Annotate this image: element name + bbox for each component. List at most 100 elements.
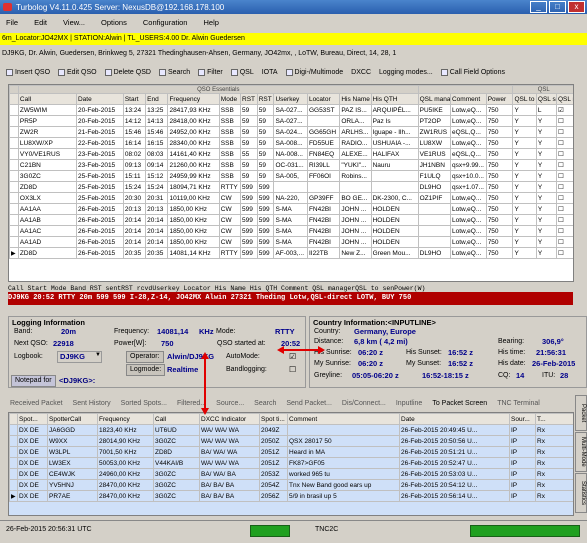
qso-col-header[interactable]: Comment	[449, 93, 487, 105]
entry-line-values[interactable]: DJ9KG 20:52 RTTY 20m 599 599 I-28,Z-14, …	[8, 292, 573, 305]
sent-history-tab[interactable]: Sent History	[73, 400, 111, 407]
menu-file[interactable]: File	[6, 18, 18, 27]
row-indicator	[9, 148, 19, 160]
side-tab-multimode[interactable]: Multi-Mode	[575, 432, 587, 472]
insert-qso-button[interactable]: Insert QSO	[3, 68, 53, 76]
qso-cell: FN84EQ	[306, 148, 341, 160]
edit-qso-button[interactable]: Edit QSO	[55, 68, 100, 76]
qso-row[interactable]: ZW2R 21-Feb-2015 15:46 15:46 24952,00 KHz SSB…	[9, 126, 573, 138]
dxcc-button[interactable]: DXCC	[348, 69, 374, 76]
automode-checkbox[interactable]: ☑	[289, 352, 296, 361]
spot-col-header[interactable]: Spot ti...	[259, 413, 288, 425]
qso-row[interactable]: ZD8D 25-Feb-2015 15:24 15:24 18094,71 KHz RTT…	[9, 181, 573, 193]
qso-col-header[interactable]: RST rcvd	[256, 93, 275, 105]
dx-spot-grid[interactable]: Spot... SpotterCall Frequency Call DXCC Indi…	[8, 412, 574, 516]
spot-row[interactable]: DX DE W9XX 28014,90 KHz 3G0ZC WA/ WA/ WA 2050…	[9, 435, 573, 447]
menu-configuration[interactable]: Configuration	[143, 18, 188, 27]
qso-row[interactable]: 3G0ZC 25-Feb-2015 15:11 15:12 24959,99 KHz SS…	[9, 170, 573, 182]
spot-row[interactable]: DX DE CE4WJK 24960,00 KHz 3G0ZC BA/ WA/ BA 20…	[9, 468, 573, 480]
qso-col-header[interactable]: His Name	[339, 93, 372, 105]
qso-col-header[interactable]: His QTH	[370, 93, 419, 105]
notepad-button[interactable]: Notepad for	[11, 375, 56, 387]
qso-col-header[interactable]: Power	[485, 93, 514, 105]
spot-col-header[interactable]: T...	[535, 413, 573, 425]
filtered-tab[interactable]: Filtered...	[177, 400, 206, 407]
qso-row[interactable]: ZW5WIM 20-Feb-2015 13:24 13:25 28417,93 KHz S…	[9, 104, 573, 116]
qso-log-grid[interactable]: QSO Essentials QSL Call Date Start End Frequ…	[8, 84, 574, 282]
dis-connect-button[interactable]: Dis/Connect...	[342, 400, 386, 407]
qso-row[interactable]: PR5P 20-Feb-2015 14:12 14:13 28418,00 KHz SSB…	[9, 115, 573, 127]
qso-col-header[interactable]: QSL rcvd	[555, 93, 573, 105]
spot-col-header[interactable]: Comment	[287, 413, 400, 425]
search-button[interactable]: Search	[156, 68, 193, 76]
search-spots-button[interactable]: Search	[254, 400, 276, 407]
qso-col-header[interactable]: Start	[122, 93, 147, 105]
qso-col-header[interactable]: QSL sent	[535, 93, 557, 105]
menu-options[interactable]: Options	[101, 18, 127, 27]
country-label: Country:	[314, 328, 341, 335]
qso-row[interactable]: AA1AD 26-Feb-2015 20:14 20:14 1850,00 KHz CW 5…	[9, 236, 573, 248]
to-packet-screen-button[interactable]: To Packet Screen	[432, 400, 487, 407]
qso-cell: 599	[256, 181, 275, 193]
delete-qso-button[interactable]: Delete QSD	[102, 68, 154, 76]
dropdown-icon[interactable]: ▼	[95, 352, 101, 358]
qso-col-header[interactable]: Mode	[218, 93, 242, 105]
source-tab[interactable]: Source...	[216, 400, 244, 407]
menu-help[interactable]: Help	[203, 18, 218, 27]
menu-view[interactable]: View...	[63, 18, 85, 27]
maximize-button[interactable]: □	[549, 1, 566, 13]
side-tab-packet[interactable]: Packet	[575, 395, 587, 431]
qso-col-header[interactable]: Frequency	[167, 93, 220, 105]
logmode-button[interactable]: Logmode:	[126, 364, 166, 376]
close-button[interactable]: x	[568, 1, 585, 13]
qso-col-header[interactable]: Date	[75, 93, 124, 105]
qso-col-header[interactable]: Userkey	[273, 93, 308, 105]
send-packet-button[interactable]: Send Packet...	[286, 400, 332, 407]
menu-edit[interactable]: Edit	[34, 18, 47, 27]
entry-line[interactable]: Call Start Mode Band RST sentRST rcvdUse…	[8, 285, 573, 307]
qso-row[interactable]: AA1AB 26-Feb-2015 20:14 20:14 1850,00 KHz CW 5…	[9, 214, 573, 226]
tnc-terminal-button[interactable]: TNC Terminal	[497, 400, 540, 407]
spot-row[interactable]: DX DE YV5HNJ 28470,00 KHz 3G0ZC BA/ BA/ BA 20…	[9, 479, 573, 491]
qso-row[interactable]: AA1AC 26-Feb-2015 20:14 20:14 1850,00 KHz CW 5…	[9, 225, 573, 237]
qso-col-header[interactable]: QSL manager	[417, 93, 451, 105]
inputline-button[interactable]: Inputline	[396, 400, 422, 407]
logging-modes-button[interactable]: Logging modes...	[376, 69, 436, 76]
qso-cell: ☐	[555, 247, 573, 259]
side-tab-statistics[interactable]: Statistics	[575, 473, 587, 513]
spot-row[interactable]: DX DE JA6GGD 1823,40 KHz UT6UD WA/ WA/ WA 204…	[9, 424, 573, 436]
call-field-options-button[interactable]: Call Field Options	[438, 68, 508, 76]
qso-row[interactable]: OX3LX 25-Feb-2015 20:30 20:31 10119,00 KHz CW…	[9, 192, 573, 204]
iota-button[interactable]: IOTA	[259, 69, 281, 76]
qso-row[interactable]: VY0/VE1RUS 23-Feb-2015 08:02 08:03 14161,40 …	[9, 148, 573, 160]
operator-button[interactable]: Operator:	[126, 351, 164, 363]
qso-row[interactable]: LU8XW/XP 22-Feb-2015 16:14 16:15 28340,00 KH…	[9, 137, 573, 149]
qso-col-header[interactable]: Call	[17, 93, 77, 105]
qso-row[interactable]: C21BN 23-Feb-2015 09:13 09:14 21260,00 KHz SS…	[9, 159, 573, 171]
spot-col-header[interactable]: Frequency	[97, 413, 154, 425]
spot-col-header[interactable]: Sour...	[509, 413, 536, 425]
qso-cell: 599	[256, 214, 275, 226]
received-packet-tab[interactable]: Received Packet	[10, 400, 63, 407]
bandlogging-checkbox[interactable]: ☐	[289, 365, 296, 374]
sorted-spots-tab[interactable]: Sorted Spots...	[121, 400, 167, 407]
qso-col-header[interactable]: Locator	[306, 93, 341, 105]
qso-col-header[interactable]: RST sent	[240, 93, 258, 105]
qso-row[interactable]: ▶ ZD8D 26-Feb-2015 20:35 20:35 14081,14 KHz RT…	[9, 247, 573, 259]
logmode-value: Realtime	[167, 365, 199, 374]
digi-multimode-button[interactable]: Digi-/Multimode	[283, 68, 347, 76]
minimize-button[interactable]: _	[530, 1, 547, 13]
spot-col-header[interactable]: SpotterCall	[47, 413, 98, 425]
qsl-button[interactable]: QSL	[228, 68, 257, 76]
spot-col-header[interactable]: Spot...	[17, 413, 48, 425]
spot-col-header[interactable]: DXCC Indicator	[199, 413, 260, 425]
spot-row[interactable]: ▶ DX DE PR7AE 28470,00 KHz 3G0ZC BA/ BA/ BA 20…	[9, 490, 573, 502]
spot-row[interactable]: DX DE LW3EX 50053,00 KHz V44KAI/B WA/ WA/ WA…	[9, 457, 573, 469]
filter-button[interactable]: Filter	[195, 68, 226, 76]
spot-col-header[interactable]: Date	[399, 413, 510, 425]
qso-row[interactable]: AA1AA 26-Feb-2015 20:13 20:13 1850,00 KHz CW 5…	[9, 203, 573, 215]
qso-col-header[interactable]: QSL to send	[512, 93, 537, 105]
qso-col-header[interactable]: End	[145, 93, 169, 105]
spot-row[interactable]: DX DE W3LPL 7001,50 KHz ZD8D BA/ WA/ WA 2051Z…	[9, 446, 573, 458]
spot-col-header[interactable]: Call	[153, 413, 200, 425]
